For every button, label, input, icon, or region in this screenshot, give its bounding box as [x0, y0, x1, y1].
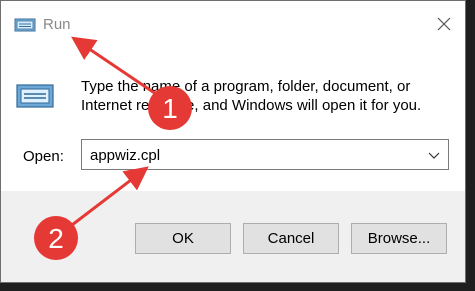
- window-title: Run: [43, 16, 71, 33]
- open-label: Open:: [23, 148, 64, 165]
- run-icon: [14, 18, 36, 32]
- dialog-description: Type the name of a program, folder, docu…: [81, 78, 422, 114]
- cancel-button[interactable]: Cancel: [243, 223, 339, 254]
- close-icon[interactable]: [435, 15, 453, 33]
- open-input[interactable]: [90, 144, 420, 166]
- chevron-down-icon[interactable]: [428, 149, 440, 161]
- title-bar: Run: [1, 1, 465, 41]
- run-icon-large: [16, 84, 54, 108]
- run-dialog: Run Type the name of a program, folder, …: [0, 0, 466, 283]
- open-combobox[interactable]: [81, 139, 449, 170]
- ok-button[interactable]: OK: [135, 223, 231, 254]
- button-bar: OK Cancel Browse...: [1, 191, 465, 282]
- browse-button[interactable]: Browse...: [351, 223, 447, 254]
